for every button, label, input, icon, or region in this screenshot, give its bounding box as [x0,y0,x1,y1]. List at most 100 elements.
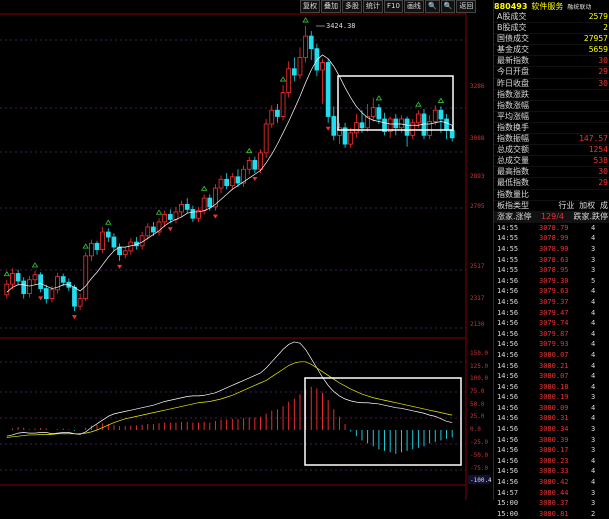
info-row: 指数振幅 147.57 [494,134,609,146]
tick-vol: 4 [591,340,596,349]
tick-row[interactable]: 14:56 3080.39 3 [494,435,609,446]
tick-row[interactable]: 14:55 3078.90 3 [494,244,609,255]
tick-vol: 3 [591,266,596,275]
candle-body [122,250,128,256]
signal-markers [3,17,445,320]
kline-chart-area[interactable]: 3424.38 -100.4 3286 3088 2893 2705 2517 2317 2… [0,0,493,500]
candle-body [218,178,224,189]
candle-body [179,203,184,213]
tick-row[interactable]: 14:56 3080.07 4 [494,371,609,382]
info-label: 最新指数 [497,56,529,66]
tick-price: 3080.07 [539,372,569,381]
tick-time: 14:55 [497,244,519,253]
info-label: 国债成交 [497,34,529,44]
tick-row[interactable]: 14:56 3080.19 3 [494,392,609,403]
candle-body [444,118,449,131]
toolbar-button[interactable]: F10 [384,0,403,13]
tick-row[interactable]: 14:55 3078.99 4 [494,233,609,244]
tick-row[interactable]: 14:56 3079.37 4 [494,297,609,308]
candle-body [105,231,111,238]
tick-vol: 4 [591,308,596,317]
toolbar-button[interactable]: 🔍 [424,0,440,13]
y-axis-label: 125.0 [470,363,488,370]
tick-vol: 4 [591,319,596,328]
toolbar-button[interactable]: 复权 [300,0,320,13]
info-value: 2579 [588,12,608,21]
info-value: 1254 [588,145,608,155]
toolbar-button[interactable]: 🔍 [440,0,456,13]
toolbar-button[interactable]: 返回 [456,0,477,13]
kline-chart[interactable]: 3424.38 -100.4 3286 3088 2893 2705 2517 2317 2… [0,0,493,500]
info-table: A股成交 2579 B股成交 2 国债成交 27957 基金成交 5659 最新指数 30 今日开盘… [494,12,609,212]
y-axis-label: 2130 [470,321,485,328]
y-axis-label: 2317 [470,295,485,302]
tick-row[interactable]: 14:56 3080.31 4 [494,413,609,424]
candle-body [4,283,10,296]
y-axis-label: 2517 [470,263,485,270]
toolbar-button[interactable]: 多股 [342,0,362,13]
tick-time: 14:56 [497,446,519,455]
tick-price: 3080.44 [539,488,569,497]
tick-row[interactable]: 14:56 3080.21 4 [494,361,609,372]
info-label: 最低指数 [497,178,529,188]
tick-row[interactable]: 14:56 3080.09 4 [494,403,609,414]
tick-row[interactable]: 14:56 3079.87 4 [494,329,609,340]
candle-body [359,122,365,129]
candle-body [111,236,117,248]
tick-row[interactable]: 14:56 3079.74 4 [494,318,609,329]
candle-body [370,107,376,117]
index-code: 880493 [494,1,528,11]
tick-row[interactable]: 14:56 3079.63 4 [494,286,609,297]
tick-row[interactable]: 14:56 3080.17 3 [494,445,609,456]
tick-price: 3080.07 [539,350,569,359]
candle-body [258,152,263,170]
buy-marker-icon [3,271,11,277]
panel-header: 880493 软件服务 融统联动 [494,0,609,12]
tick-time: 15:00 [497,509,519,518]
tick-row[interactable]: 14:55 3078.63 3 [494,255,609,266]
tick-time: 14:56 [497,435,519,444]
tick-row[interactable]: 15:00 3080.81 2 [494,509,609,519]
tick-row[interactable]: 14:57 3080.44 3 [494,488,609,499]
toolbar-button[interactable]: 叠加 [321,0,341,13]
tick-row[interactable]: 14:56 3080.34 3 [494,424,609,435]
sell-marker-icon [252,177,258,181]
tick-row[interactable]: 14:56 3080.23 4 [494,456,609,467]
tick-row[interactable]: 14:56 3080.07 4 [494,350,609,361]
tick-time: 14:56 [497,276,519,285]
buy-marker-icon [437,97,445,103]
toolbar-button[interactable]: 画线 [403,0,424,13]
grid-lines [0,39,466,471]
info-label: 今日开盘 [497,67,529,77]
candle-body [89,242,94,257]
candle-body [201,197,207,212]
candle-body [15,273,21,282]
sell-marker-icon [38,296,44,301]
peak-label: 3424.38 [326,22,356,30]
tick-row[interactable]: 14:56 3079.30 5 [494,276,609,287]
tick-row[interactable]: 14:55 3078.95 3 [494,265,609,276]
tick-list[interactable]: 14:55 3078.79 4 14:55 3078.99 4 14:55 3078.90 3 1… [494,223,609,519]
candle-body [286,68,292,94]
tick-row[interactable]: 14:56 3080.42 4 [494,477,609,488]
tick-time: 14:56 [497,308,519,317]
tick-row[interactable]: 14:56 3079.93 4 [494,339,609,350]
info-value: 538 [593,156,608,166]
tick-row[interactable]: 14:56 3080.33 4 [494,466,609,477]
info-row: 国债成交 27957 [494,34,609,46]
tick-row[interactable]: 14:55 3078.79 4 [494,223,609,234]
info-row: 指数换手 [494,123,609,135]
tick-vol: 3 [591,393,596,402]
index-tag: 融统联动 [567,3,592,11]
candle-body [145,226,151,237]
candle-body [297,57,303,76]
buy-marker-icon [375,95,383,101]
tick-price: 3080.17 [539,446,569,455]
candle-body [291,68,297,76]
quote-panel: 880493 软件服务 融统联动 A股成交 2579 B股成交 2 国债成交 27957 基… [493,0,609,518]
toolbar-button[interactable]: 统计 [363,0,383,13]
moving-average-line [6,54,453,293]
tick-row[interactable]: 14:56 3079.47 4 [494,308,609,319]
tick-row[interactable]: 14:56 3080.18 4 [494,382,609,393]
info-value: 行业 加权 成 [558,200,608,210]
